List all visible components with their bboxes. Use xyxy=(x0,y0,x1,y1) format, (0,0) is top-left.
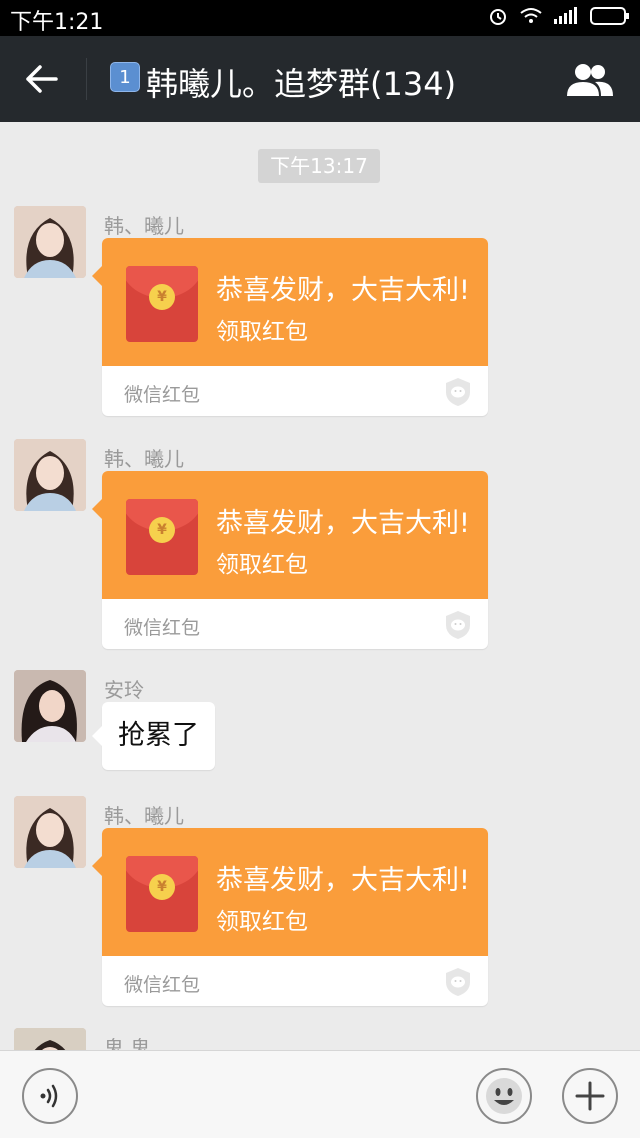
emoji-button[interactable] xyxy=(476,1068,532,1124)
red-packet-greeting: 恭喜发财，大吉大利! xyxy=(216,508,470,539)
sender-name: 韩、曦儿 xyxy=(104,214,184,238)
title-bar: 1 韩曦儿。追梦群(134) xyxy=(0,36,640,122)
plus-icon xyxy=(575,1081,605,1111)
sender-name: 韩、曦儿 xyxy=(104,447,184,471)
avatar-photo xyxy=(14,796,86,868)
message-text: 抢累了 xyxy=(118,720,199,751)
coin-icon: ¥ xyxy=(149,284,175,310)
chat-title: 韩曦儿。追梦群(134) xyxy=(146,65,457,103)
red-envelope-icon: ¥ xyxy=(126,266,198,342)
battery-icon xyxy=(590,7,629,25)
chat-area[interactable]: 下午13:17 韩、曦儿 ¥ 恭喜发财，大吉大利! 领取红包 微信红包 韩、曦儿 xyxy=(0,122,640,1050)
sender-name: 安玲 xyxy=(104,678,144,702)
red-packet-action: 领取红包 xyxy=(216,552,308,578)
red-packet-action: 领取红包 xyxy=(216,909,308,935)
more-button[interactable] xyxy=(562,1068,618,1124)
wechat-shield-icon xyxy=(446,968,470,996)
text-bubble[interactable]: 抢累了 xyxy=(92,702,215,770)
signal-icon xyxy=(554,7,577,24)
red-packet-header: ¥ 恭喜发财，大吉大利! 领取红包 xyxy=(102,828,488,956)
bubble-tail xyxy=(92,266,102,286)
avatar[interactable] xyxy=(14,670,86,742)
red-packet-footer: 微信红包 xyxy=(124,384,201,406)
message-timestamp: 下午13:17 xyxy=(258,149,380,183)
red-packet-card[interactable]: ¥ 恭喜发财，大吉大利! 领取红包 微信红包 xyxy=(92,471,488,649)
wifi-icon xyxy=(520,8,542,23)
red-packet-footer: 微信红包 xyxy=(124,617,201,639)
back-button[interactable] xyxy=(20,57,64,101)
voice-icon xyxy=(40,1084,58,1108)
bubble-tail xyxy=(92,499,102,519)
coin-icon: ¥ xyxy=(149,517,175,543)
red-packet-greeting: 恭喜发财，大吉大利! xyxy=(216,865,470,896)
wechat-shield-icon xyxy=(446,611,470,639)
unread-badge: 1 xyxy=(110,62,140,92)
coin-icon: ¥ xyxy=(149,874,175,900)
status-icons xyxy=(488,6,630,26)
members-button[interactable] xyxy=(564,58,616,102)
red-packet-header: ¥ 恭喜发财，大吉大利! 领取红包 xyxy=(102,238,488,366)
status-bar: 下午1:21 xyxy=(0,0,640,36)
red-packet-card[interactable]: ¥ 恭喜发财，大吉大利! 领取红包 微信红包 xyxy=(92,238,488,416)
avatar[interactable] xyxy=(14,1028,86,1050)
smiley-icon xyxy=(486,1078,522,1114)
group-icon xyxy=(567,64,613,96)
red-packet-card[interactable]: ¥ 恭喜发财，大吉大利! 领取红包 微信红包 xyxy=(92,828,488,1006)
sender-name: 韩、曦儿 xyxy=(104,804,184,828)
red-packet-greeting: 恭喜发财，大吉大利! xyxy=(216,275,470,306)
bubble-tail xyxy=(92,726,102,746)
avatar-photo xyxy=(14,439,86,511)
avatar-photo xyxy=(14,670,86,742)
red-envelope-icon: ¥ xyxy=(126,856,198,932)
red-packet-action: 领取红包 xyxy=(216,319,308,345)
alarm-icon xyxy=(490,9,506,25)
avatar[interactable] xyxy=(14,796,86,868)
wechat-shield-icon xyxy=(446,378,470,406)
bubble-tail xyxy=(92,856,102,876)
avatar-photo xyxy=(14,206,86,278)
red-packet-footer: 微信红包 xyxy=(124,974,201,996)
avatar[interactable] xyxy=(14,439,86,511)
header-divider xyxy=(86,58,87,100)
arrow-left-icon xyxy=(26,65,58,93)
red-envelope-icon: ¥ xyxy=(126,499,198,575)
red-packet-header: ¥ 恭喜发财，大吉大利! 领取红包 xyxy=(102,471,488,599)
input-bar xyxy=(0,1050,640,1138)
avatar[interactable] xyxy=(14,206,86,278)
avatar-photo xyxy=(14,1028,86,1050)
voice-button[interactable] xyxy=(22,1068,78,1124)
sender-name: 鬼 鬼 xyxy=(104,1036,151,1050)
status-time: 下午1:21 xyxy=(10,10,104,35)
